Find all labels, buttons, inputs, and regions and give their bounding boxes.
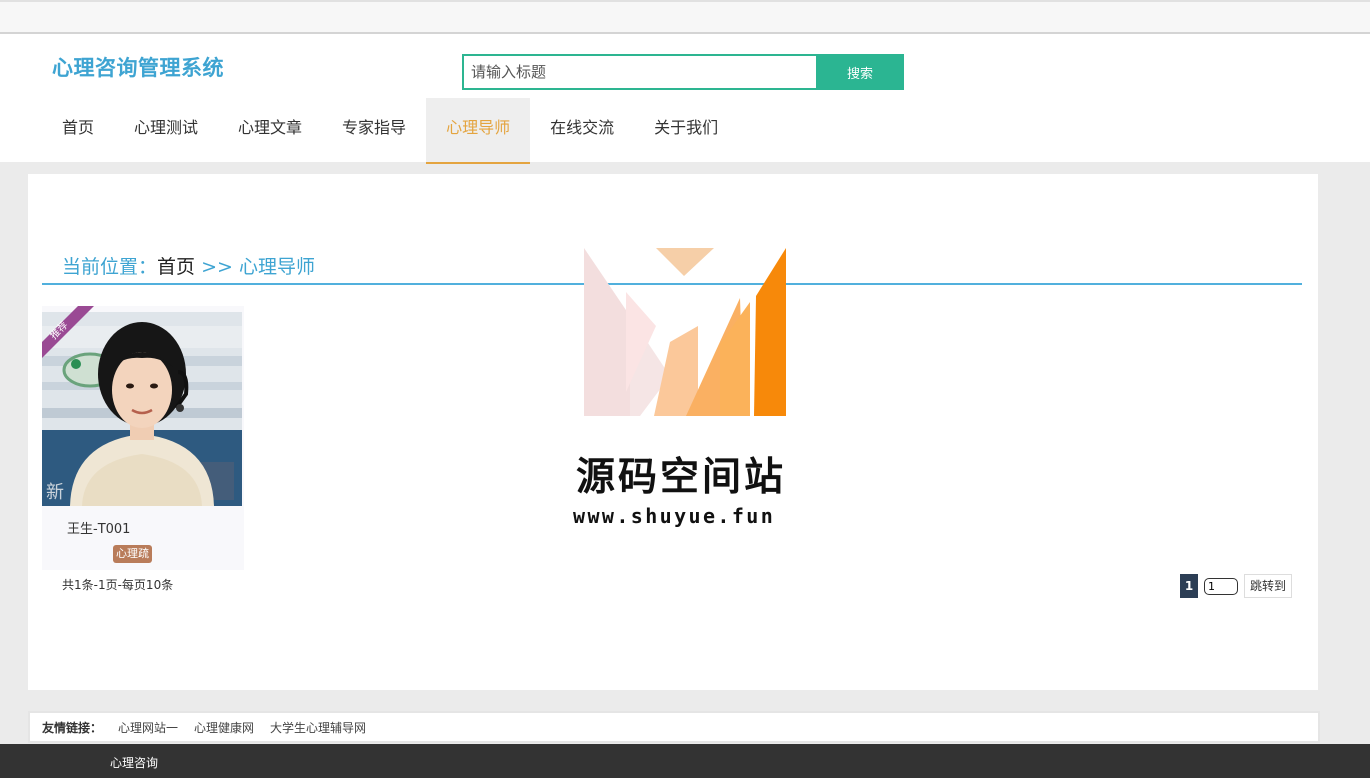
main-nav: 首页 心理测试 心理文章 专家指导 心理导师 在线交流 关于我们	[42, 98, 738, 164]
nav-item-about[interactable]: 关于我们	[634, 98, 738, 164]
nav-item-mentors[interactable]: 心理导师	[426, 98, 531, 164]
search-button[interactable]: 搜索	[816, 54, 904, 90]
page-number-input[interactable]	[1204, 577, 1238, 595]
friend-link-2[interactable]: 心理健康网	[194, 719, 254, 736]
mentor-tag-badge: 心理疏	[113, 545, 152, 563]
friend-links-bar: 友情链接： 心理网站一 心理健康网 大学生心理辅导网	[28, 711, 1320, 743]
nav-item-expert-guidance[interactable]: 专家指导	[322, 98, 426, 164]
breadcrumb-current: 心理导师	[238, 256, 315, 278]
breadcrumb: 当前位置：首页 >> 心理导师	[62, 252, 315, 279]
jump-to-page-button[interactable]: 跳转到	[1244, 574, 1293, 598]
breadcrumb-home-link[interactable]: 首页	[157, 256, 195, 278]
site-title: 心理咨询管理系统	[52, 56, 224, 80]
footer: 心理咨询	[0, 744, 1370, 778]
footer-text: 心理咨询	[110, 756, 159, 770]
breadcrumb-separator: >>	[201, 256, 233, 278]
friend-link-1[interactable]: 心理网站一	[118, 719, 178, 736]
pagination: 1 跳转到	[1180, 574, 1293, 598]
header: 心理咨询管理系统 搜索 首页 心理测试 心理文章 专家指导 心理导师 在线交流 …	[0, 34, 1370, 164]
page-1-button[interactable]: 1	[1180, 574, 1198, 598]
recommended-ribbon: 推荐	[42, 306, 94, 358]
nav-item-articles[interactable]: 心理文章	[218, 98, 322, 164]
nav-item-psych-test[interactable]: 心理测试	[114, 98, 218, 164]
mentor-card[interactable]: 新 推荐 王生-T001 心理疏	[42, 306, 244, 570]
breadcrumb-label: 当前位置：	[62, 256, 158, 278]
nav-item-online-chat[interactable]: 在线交流	[530, 98, 634, 164]
friend-link-3[interactable]: 大学生心理辅导网	[270, 719, 366, 736]
top-strip	[0, 0, 1370, 34]
mentor-name[interactable]: 王生-T001	[67, 518, 130, 537]
svg-text:新: 新	[46, 482, 64, 503]
search-input[interactable]	[462, 54, 818, 90]
watermark-logo-icon	[584, 248, 786, 416]
watermark-name: 源码空间站	[576, 455, 787, 500]
watermark-overlay: 源码空间站 www.shuyue.fun	[570, 246, 810, 536]
watermark-url: www.shuyue.fun	[573, 504, 776, 528]
nav-item-home[interactable]: 首页	[42, 98, 114, 164]
friend-links-label: 友情链接：	[42, 720, 103, 735]
pagination-info: 共1条-1页-每页10条	[62, 578, 174, 592]
